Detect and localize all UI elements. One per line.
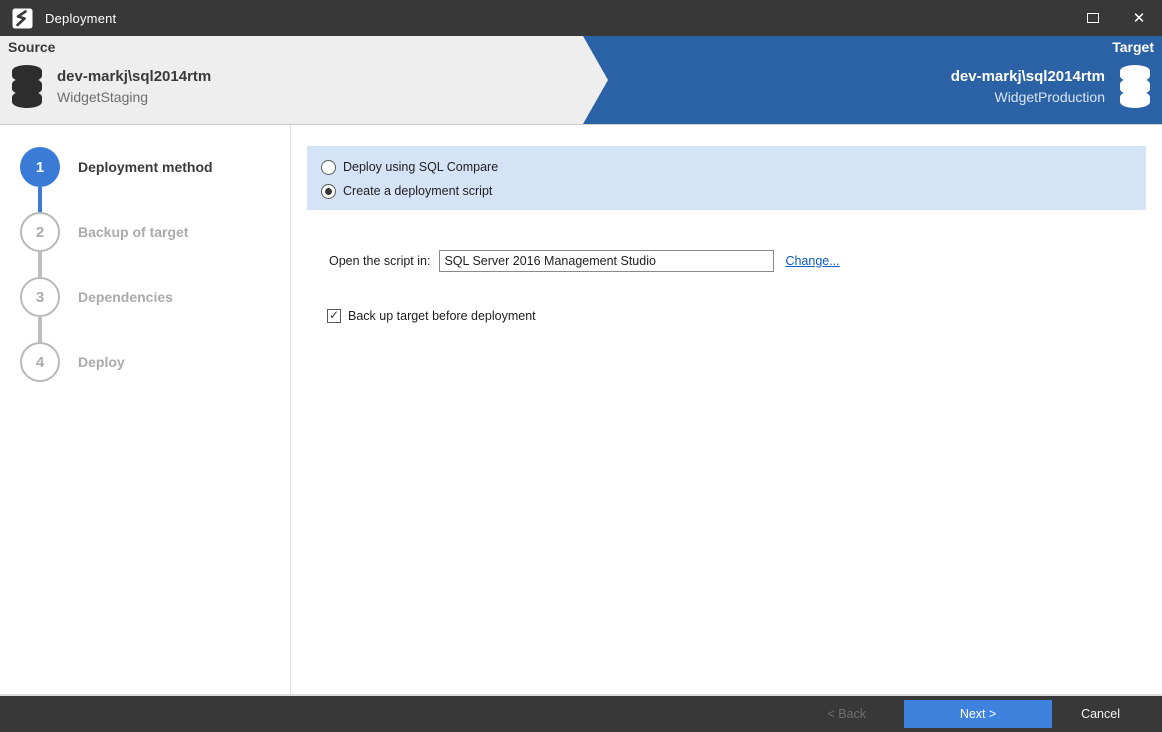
backup-checkbox-label: Back up target before deployment (348, 309, 536, 323)
deployment-window: Deployment ✕ Target dev-markj\sql2014rtm… (0, 0, 1162, 732)
step-3-circle: 3 (20, 277, 60, 317)
open-script-label: Open the script in: (329, 254, 431, 268)
back-button[interactable]: < Back (828, 707, 867, 721)
step-1-label: Deployment method (78, 159, 213, 175)
cancel-button[interactable]: Cancel (1081, 707, 1120, 721)
radio-icon (321, 159, 336, 175)
wizard-steps-sidebar: 1 Deployment method 2 Backup of target 3… (0, 125, 291, 694)
backup-target-checkbox-row[interactable]: ✓ Back up target before deployment (327, 309, 536, 323)
step-4-label: Deploy (78, 354, 125, 370)
source-database-block: dev-markj\sql2014rtm WidgetStaging (10, 64, 211, 109)
step-2-circle: 2 (20, 212, 60, 252)
radio-label: Deploy using SQL Compare (343, 160, 499, 174)
next-button[interactable]: Next > (904, 700, 1053, 728)
source-server-name: dev-markj\sql2014rtm (57, 68, 212, 85)
step-connector-1-2 (38, 187, 42, 212)
change-link[interactable]: Change... (785, 254, 839, 268)
step-deployment-method[interactable]: 1 Deployment method (0, 147, 213, 187)
source-target-header: Target dev-markj\sql2014rtm WidgetProduc… (0, 36, 1162, 125)
radio-create-deployment-script[interactable]: Create a deployment script (321, 179, 1146, 203)
source-database-name: WidgetStaging (57, 89, 149, 105)
target-server-name: dev-markj\sql2014rtm (950, 68, 1105, 85)
title-bar: Deployment ✕ (0, 0, 1162, 36)
target-database-name: WidgetProduction (994, 89, 1105, 105)
window-title: Deployment (45, 10, 117, 26)
target-heading: Target (1112, 39, 1154, 55)
step-dependencies[interactable]: 3 Dependencies (0, 277, 173, 317)
source-heading: Source (8, 39, 56, 55)
step-connector-2-3 (38, 252, 42, 277)
open-script-input[interactable] (439, 250, 775, 272)
radio-deploy-using-sql-compare[interactable]: Deploy using SQL Compare (321, 155, 1146, 179)
step-content: Deploy using SQL Compare Create a deploy… (291, 125, 1162, 694)
open-script-row: Open the script in: Change... (329, 250, 840, 272)
checkbox-checked-icon[interactable]: ✓ (327, 309, 341, 323)
step-backup-of-target[interactable]: 2 Backup of target (0, 212, 188, 252)
step-deploy[interactable]: 4 Deploy (0, 342, 125, 382)
target-database-block: dev-markj\sql2014rtm WidgetProduction (951, 64, 1152, 109)
maximize-button[interactable] (1070, 0, 1116, 36)
step-3-label: Dependencies (78, 289, 173, 305)
radio-label: Create a deployment script (343, 184, 493, 198)
maximize-icon (1087, 13, 1099, 23)
close-icon: ✕ (1132, 9, 1146, 27)
close-button[interactable]: ✕ (1116, 0, 1162, 36)
step-1-circle: 1 (20, 147, 60, 187)
wizard-body: 1 Deployment method 2 Backup of target 3… (0, 125, 1162, 694)
step-2-label: Backup of target (78, 224, 189, 240)
app-logo-icon (12, 8, 33, 28)
source-database-icon (12, 65, 42, 108)
deployment-method-options-panel: Deploy using SQL Compare Create a deploy… (307, 146, 1146, 210)
step-connector-3-4 (38, 317, 42, 342)
target-database-icon (1120, 65, 1150, 108)
radio-selected-icon (321, 183, 336, 199)
footer-bar: < Back Next > Cancel (0, 694, 1162, 732)
step-4-circle: 4 (20, 342, 60, 382)
